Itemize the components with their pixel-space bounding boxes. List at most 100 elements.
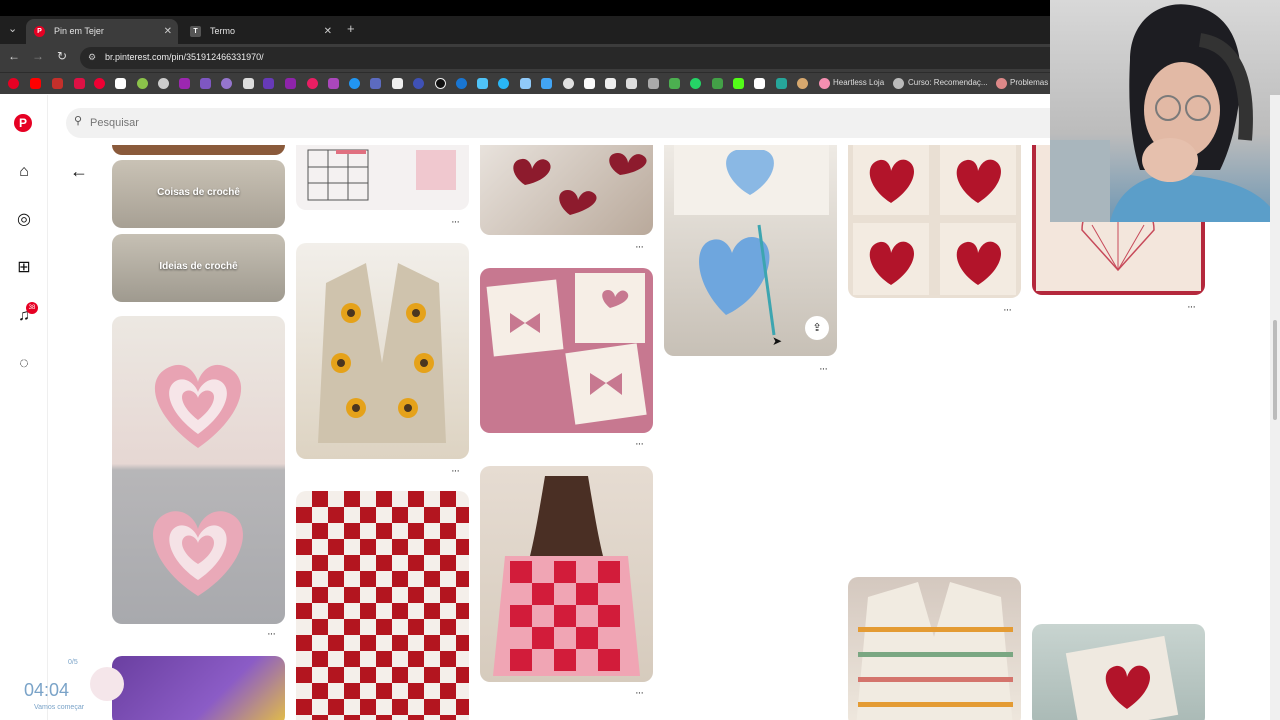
bookmark-icon[interactable]	[221, 78, 232, 89]
bookmark-icon[interactable]	[541, 78, 552, 89]
pin-more-options-button[interactable]: ···	[635, 438, 644, 450]
heart-square-illustration	[1065, 635, 1179, 720]
pin-blue-heart-square[interactable]: ⇪	[664, 145, 837, 356]
bookmark-kick-icon[interactable]	[733, 78, 744, 89]
home-icon[interactable]: ⌂	[14, 162, 34, 182]
pin-crochet-chart[interactable]	[296, 145, 469, 210]
bookmark-telegram-icon[interactable]	[498, 78, 509, 89]
pin-heart-squares-bag[interactable]	[480, 145, 653, 235]
bookmark-icon[interactable]	[776, 78, 787, 89]
bookmark-icon[interactable]	[893, 78, 904, 89]
back-arrow-button[interactable]: ←	[70, 161, 88, 182]
tab-search-button[interactable]: ⌄	[8, 22, 17, 35]
scrollbar-thumb[interactable]	[1273, 320, 1277, 420]
pin-more-options-button[interactable]: ···	[451, 465, 460, 477]
pin-more-options-button[interactable]: ···	[635, 241, 644, 253]
board-ideias-de-croche[interactable]: Ideias de crochê	[112, 234, 285, 302]
bookmark-icon[interactable]	[74, 78, 85, 89]
bookmark-whatsapp-icon[interactable]	[690, 78, 701, 89]
webcam-person-illustration	[1050, 4, 1280, 222]
bookmark-icon[interactable]	[243, 78, 254, 89]
bookmark-icon[interactable]	[584, 78, 595, 89]
heart-squares-illustration	[513, 153, 647, 215]
bookmark-icon[interactable]	[370, 78, 381, 89]
bow-squares-illustration	[486, 273, 647, 425]
bookmark-icon[interactable]	[605, 78, 616, 89]
pin-purple-blanket[interactable]	[112, 656, 285, 720]
pin-more-options-button[interactable]: ···	[267, 628, 276, 640]
bookmark-youtube-icon[interactable]	[30, 78, 41, 89]
bookmark-icon[interactable]	[648, 78, 659, 89]
bookmark-heart-icon[interactable]	[819, 78, 830, 89]
bookmark-icon[interactable]	[263, 78, 274, 89]
back-button[interactable]: ←	[6, 49, 22, 63]
bookmark-icon[interactable]	[669, 78, 680, 89]
bookmark-icon[interactable]	[456, 78, 467, 89]
page-scrollbar[interactable]	[1270, 95, 1280, 720]
bookmark-icon[interactable]	[520, 78, 531, 89]
site-info-icon[interactable]: ⚙	[88, 52, 96, 63]
pin-sunflower-cardigan[interactable]	[296, 243, 469, 459]
bookmark-icon[interactable]	[179, 78, 190, 89]
pin-heart-pillow[interactable]	[112, 316, 285, 624]
pin-heart-blanket[interactable]	[296, 491, 469, 720]
pin-bow-granny-squares[interactable]	[480, 268, 653, 433]
pinterest-logo-icon[interactable]: P	[14, 114, 32, 132]
pin-red-heart-squares[interactable]	[848, 145, 1021, 298]
bookmark-icon[interactable]	[392, 78, 403, 89]
bookmark-icon[interactable]	[563, 78, 574, 89]
bookmark-label[interactable]: Curso: Recomendaç...	[908, 78, 988, 87]
bookmark-icon[interactable]	[200, 78, 211, 89]
new-tab-button[interactable]: +	[347, 21, 355, 36]
bookmark-label[interactable]: Problemas	[1010, 78, 1048, 87]
bookmark-icon[interactable]	[137, 78, 148, 89]
pin-striped-cardigan[interactable]	[848, 577, 1021, 720]
explore-icon[interactable]: ◎	[14, 210, 34, 230]
bookmark-icon[interactable]	[797, 78, 808, 89]
pin-more-options-button[interactable]: ···	[1187, 301, 1196, 313]
pin-heart-square-pillow[interactable]	[1032, 624, 1205, 720]
pin-more-options-button[interactable]: ···	[1003, 304, 1012, 316]
bookmark-icon[interactable]	[328, 78, 339, 89]
search-input[interactable]	[90, 113, 990, 133]
share-button[interactable]: ⇪	[805, 316, 829, 340]
bookmark-icon[interactable]	[996, 78, 1007, 89]
bookmark-icon[interactable]	[158, 78, 169, 89]
url-text: br.pinterest.com/pin/351912466331970/	[105, 52, 264, 62]
board-coisas-de-croche[interactable]: Coisas de crochê	[112, 160, 285, 228]
tab-termo[interactable]: T Termo ✕	[182, 19, 338, 44]
sidebar: P ⌂ ◎ ⊞ ♫ 38 ◌	[0, 95, 48, 720]
bookmark-icon[interactable]	[115, 78, 126, 89]
bookmark-icon[interactable]	[754, 78, 765, 89]
bookmark-icon[interactable]	[285, 78, 296, 89]
pin-image[interactable]	[112, 145, 285, 155]
bookmark-label[interactable]: Heartless Loja	[833, 78, 884, 87]
search-bar[interactable]: ⚲	[66, 108, 1066, 138]
messages-icon[interactable]: ◌	[14, 354, 34, 374]
reload-button[interactable]: ↻	[54, 49, 70, 63]
bookmark-icon[interactable]	[626, 78, 637, 89]
pin-more-options-button[interactable]: ···	[451, 216, 460, 228]
bookmark-icon[interactable]	[307, 78, 318, 89]
bookmark-icon[interactable]	[52, 78, 63, 89]
bookmark-icon[interactable]	[435, 78, 446, 89]
bookmark-icon[interactable]	[94, 78, 105, 89]
notification-badge: 38	[26, 302, 38, 314]
pin-more-options-button[interactable]: ···	[819, 363, 828, 375]
bookmark-pinterest-icon[interactable]	[8, 78, 19, 89]
striped-cardigan-illustration	[856, 582, 1013, 720]
close-tab-icon[interactable]: ✕	[324, 19, 332, 44]
close-tab-icon[interactable]: ✕	[164, 19, 172, 44]
forward-button[interactable]: →	[30, 49, 46, 63]
bookmark-icon[interactable]	[712, 78, 723, 89]
bookmark-icon[interactable]	[477, 78, 488, 89]
tab-pin-em-tejer[interactable]: P Pin em Tejer ✕	[26, 19, 178, 44]
create-icon[interactable]: ⊞	[14, 258, 34, 278]
bookmark-icon[interactable]	[349, 78, 360, 89]
search-icon: ⚲	[74, 115, 83, 127]
pin-more-options-button[interactable]: ···	[635, 687, 644, 699]
bookmark-icon[interactable]	[413, 78, 424, 89]
address-bar[interactable]: ⚙ br.pinterest.com/pin/351912466331970/	[80, 47, 1080, 69]
timer-counter: 0/5	[68, 659, 78, 666]
pin-checkered-cardigan[interactable]	[480, 466, 653, 682]
